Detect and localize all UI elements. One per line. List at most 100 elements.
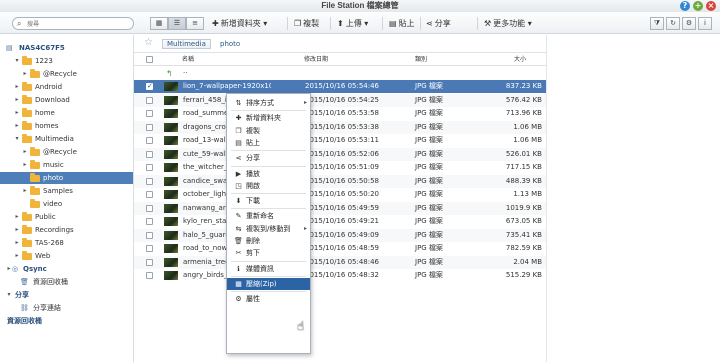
expand-arrow-icon[interactable]: ▸ [21,68,29,80]
tree-item-folder[interactable]: ▾ 1223 [0,55,133,67]
menu-item-paste[interactable]: ▤ 貼上 [227,137,310,149]
menu-item-download[interactable]: ⬇ 下載 [227,195,310,207]
tree-item-folder[interactable]: ▸ Samples [0,185,133,197]
row-checkbox[interactable] [146,258,153,266]
expand-arrow-icon[interactable]: ▸ [13,211,21,223]
table-row[interactable]: halo_5_guardians 2015/10/16 05:49:09 JPG 檔… [134,228,546,242]
expand-arrow-icon[interactable]: ▸ [13,107,21,119]
breadcrumb-item-photo[interactable]: photo [216,39,244,49]
menu-item-info[interactable]: ℹ 媒體資訊 [227,263,310,275]
table-row[interactable]: road_to_nowhere 2015/10/16 05:48:59 JPG 檔案… [134,242,546,255]
expand-arrow-icon[interactable]: ▸ [13,237,21,249]
row-checkbox[interactable] [146,150,153,158]
row-checkbox[interactable] [146,191,153,198]
tree-item-folder[interactable]: ▸ @Recycle [0,146,133,158]
tree-item-folder[interactable]: ▸ Web [0,250,133,262]
menu-item-copy-move[interactable]: ⇆ 複製到/移動到 ▸ [227,223,310,235]
collapse-arrow-icon[interactable]: ▾ [13,133,21,145]
tree-item-folder[interactable]: video [0,198,133,210]
header-size[interactable]: 大小 [514,53,526,66]
table-row[interactable]: nanwang_art 2015/10/16 05:49:59 JPG 檔案 1019… [134,201,546,215]
tree-item-folder[interactable]: ▸ @Recycle [0,68,133,80]
expand-arrow-icon[interactable]: ▸ [21,146,29,158]
tree-item-folder[interactable]: ▸ homes [0,120,133,132]
filter-button[interactable]: ⧩ [650,17,664,30]
tree-item-folder[interactable]: ▸ Public [0,211,133,223]
row-checkbox[interactable] [146,110,153,117]
search-box[interactable]: ⌕ [12,17,134,30]
row-checkbox[interactable] [146,164,153,171]
more-actions-button[interactable]: ⚒ 更多功能 ▾ [484,17,532,30]
close-icon[interactable]: × [706,1,716,11]
expand-arrow-icon[interactable]: ▸ [13,81,21,93]
tree-item-share-links[interactable]: ⛓ 分享連結 [0,302,133,314]
table-row[interactable]: angry_birds_2 2015/10/16 05:48:32 JPG 檔案 51… [134,269,546,282]
menu-item-share[interactable]: ⋖ 分享 [227,152,310,164]
table-row[interactable]: road_13-wallpaper 2015/10/16 05:53:11 JPG … [134,134,546,147]
row-checkbox[interactable] [146,231,153,239]
expand-arrow-icon[interactable]: ▸ [21,159,29,171]
tree-item-recycle-bin-root[interactable]: 資源回收桶 [0,315,133,327]
menu-item-sort[interactable]: ⇅ 排序方式 ▸ [227,97,310,109]
copy-button[interactable]: ❐ 複製 [294,17,319,30]
menu-item-rename[interactable]: ✎ 重新命名 [227,210,310,222]
row-checkbox[interactable] [146,123,153,131]
table-row[interactable]: armenia_tree 2015/10/16 05:48:46 JPG 檔案 2.0… [134,255,546,269]
menu-item-new-folder[interactable]: ✚ 新增資料夾 [227,112,310,124]
expand-arrow-icon[interactable]: ▸ [21,185,29,197]
parent-folder-row[interactable]: ↰ .. [134,67,546,80]
upload-button[interactable]: ⬆ 上傳 ▾ [337,17,368,30]
menu-item-open[interactable]: ◳ 開啟 [227,180,310,192]
menu-item-compress[interactable]: ▦ 壓縮(Zip) [227,277,310,290]
tree-item-folder[interactable]: ▸ home [0,107,133,119]
expand-arrow-icon[interactable]: ▸ [13,94,21,106]
row-checkbox[interactable] [146,218,153,225]
refresh-button[interactable]: ↻ [666,17,680,30]
menu-item-play[interactable]: ▶ 播放 [227,168,310,180]
tree-item-recycle-bin[interactable]: 🗑 資源回收桶 [0,276,133,288]
tree-item-folder[interactable]: ▾ Multimedia [0,133,133,145]
expand-arrow-icon[interactable]: ▸ [13,120,21,132]
row-checkbox[interactable] [146,245,153,252]
row-checkbox[interactable] [146,137,153,144]
thumbnail-view-button[interactable]: ▦ [150,17,168,30]
menu-item-copy[interactable]: ❐ 複製 [227,125,310,137]
tree-item-folder[interactable]: ▸ TAS-268 [0,237,133,249]
table-row[interactable]: candice_swanepoel 2015/10/16 05:50:58 JPG … [134,174,546,188]
tree-item-folder[interactable]: ▸ Android [0,81,133,93]
row-checkbox[interactable]: ✓ [146,82,153,90]
new-folder-button[interactable]: ✚ 新增資料夾 ▾ [212,17,267,30]
help-icon[interactable]: ? [680,1,690,11]
info-button[interactable]: i [698,17,712,30]
minimize-icon[interactable]: + [693,1,703,11]
menu-item-properties[interactable]: ⚙ 屬性 [227,293,310,305]
header-type[interactable]: 類別 [415,53,427,66]
table-row[interactable]: dragons_crown 2015/10/16 05:53:38 JPG 檔案 1.… [134,120,546,134]
table-row[interactable]: road_summer 2015/10/16 05:53:58 JPG 檔案 713.… [134,107,546,120]
favorite-star-icon[interactable]: ☆ [144,37,153,48]
expand-arrow-icon[interactable]: ▸ [13,250,21,262]
tree-item-qsync[interactable]: ▸ ◎ Qsync [0,263,133,275]
tree-item-nas[interactable]: ▤ NAS4C67F5 [0,42,133,54]
row-checkbox[interactable] [146,204,153,212]
tree-item-photo[interactable]: photo [0,172,133,184]
paste-button[interactable]: ▤ 貼上 [389,17,415,30]
list-view-button[interactable]: ☰ [168,17,186,30]
tree-item-folder[interactable]: ▸ Recordings [0,224,133,236]
breadcrumb-item-multimedia[interactable]: Multimedia [162,39,211,49]
header-modified[interactable]: 修改日期 [304,53,328,66]
collapse-arrow-icon[interactable]: ▾ [5,289,13,301]
table-row[interactable]: cute_59-wallpaper 2015/10/16 05:52:06 JPG … [134,147,546,161]
table-row[interactable]: october_light 2015/10/16 05:50:20 JPG 檔案 1.… [134,188,546,201]
table-row[interactable]: kylo_ren_star_wars 2015/10/16 05:49:21 JPG… [134,215,546,228]
collapse-arrow-icon[interactable]: ▾ [13,55,21,67]
row-checkbox[interactable] [146,272,153,279]
menu-item-delete[interactable]: 🗑 刪除 [227,235,310,247]
tree-item-folder[interactable]: ▸ Download [0,94,133,106]
table-row[interactable]: the_witcher_3 2015/10/16 05:51:09 JPG 檔案 71… [134,161,546,174]
row-checkbox[interactable] [146,177,153,185]
detail-view-button[interactable]: ≡ [186,17,204,30]
tree-item-folder[interactable]: ▸ music [0,159,133,171]
expand-arrow-icon[interactable]: ▸ [13,224,21,236]
search-input[interactable] [27,19,127,29]
